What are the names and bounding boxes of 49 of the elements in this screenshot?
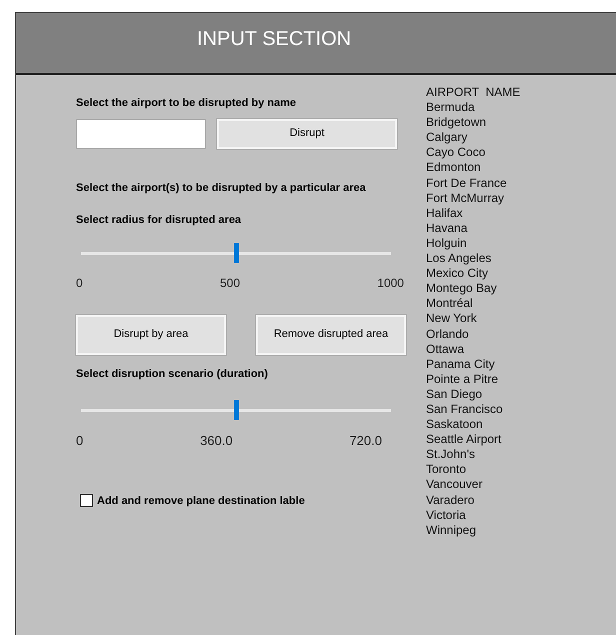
section-label: Select the airport(s) to be disrupted by a particular area <box>76 180 367 196</box>
airport-name: Ottawa <box>426 342 466 357</box>
tick-label: 360.0 <box>200 432 233 450</box>
list-heading: AIRPORT NAME <box>426 85 520 100</box>
airport-name: Seattle Airport <box>426 432 502 448</box>
airport-name: Bermuda <box>426 100 476 116</box>
airport-name: Edmonton <box>426 160 482 176</box>
airport-name: Fort McMurray <box>426 190 505 206</box>
tick-label: 0 <box>76 274 83 292</box>
airport-name: Saskatoon <box>426 417 484 432</box>
disrupt-button[interactable]: Disrupt <box>217 118 397 148</box>
airport-name: Pointe a Pitre <box>426 372 500 387</box>
airport-name: Winnipeg <box>426 522 478 538</box>
airport-name: Montréal <box>426 296 474 312</box>
airport-name: Fort De France <box>426 176 508 191</box>
airport-name: St.John's <box>426 447 476 462</box>
airport-name: Montego Bay <box>426 281 498 296</box>
airport-name: Cayo Coco <box>426 145 486 160</box>
airport-name: Los Angeles <box>426 251 492 266</box>
checkbox[interactable] <box>80 494 93 508</box>
airport-name: Orlando <box>426 326 470 342</box>
airport-name-field[interactable] <box>76 118 206 148</box>
tick-label: 0 <box>76 432 84 450</box>
airport-name: Mexico City <box>426 266 490 282</box>
tick-label: 500 <box>220 274 240 292</box>
area-button[interactable]: Remove disrupted area <box>256 314 406 354</box>
airport-name: Calgary <box>426 130 468 146</box>
airport-name: Panama City <box>426 356 496 372</box>
checkbox-label: Add and remove plane destination lable <box>97 494 305 508</box>
airport-name: Halifax <box>426 206 464 221</box>
slider-thumb[interactable] <box>234 400 239 420</box>
airport-name: Bridgetown <box>426 115 488 130</box>
section-label: Select radius for disrupted area <box>76 213 242 228</box>
section-label: Select the airport to be disrupted by name <box>76 96 298 111</box>
tick-label: 720.0 <box>349 432 382 450</box>
tick-label: 1000 <box>377 274 404 292</box>
header-title: INPUT SECTION <box>197 27 352 52</box>
airport-name: Victoria <box>426 508 467 523</box>
section-label: Select disruption scenario (duration) <box>76 366 269 382</box>
airport-name: San Francisco <box>426 402 504 418</box>
airport-name: Havana <box>426 220 468 236</box>
airport-name: Vancouver <box>426 477 484 493</box>
airport-name: Toronto <box>426 462 468 478</box>
airport-name: New York <box>426 311 478 326</box>
airport-name: Holguin <box>426 236 468 252</box>
airport-name: Varadero <box>426 492 476 508</box>
slider-thumb[interactable] <box>234 242 239 262</box>
area-button[interactable]: Disrupt by area <box>76 314 226 354</box>
airport-name: San Diego <box>426 386 484 402</box>
